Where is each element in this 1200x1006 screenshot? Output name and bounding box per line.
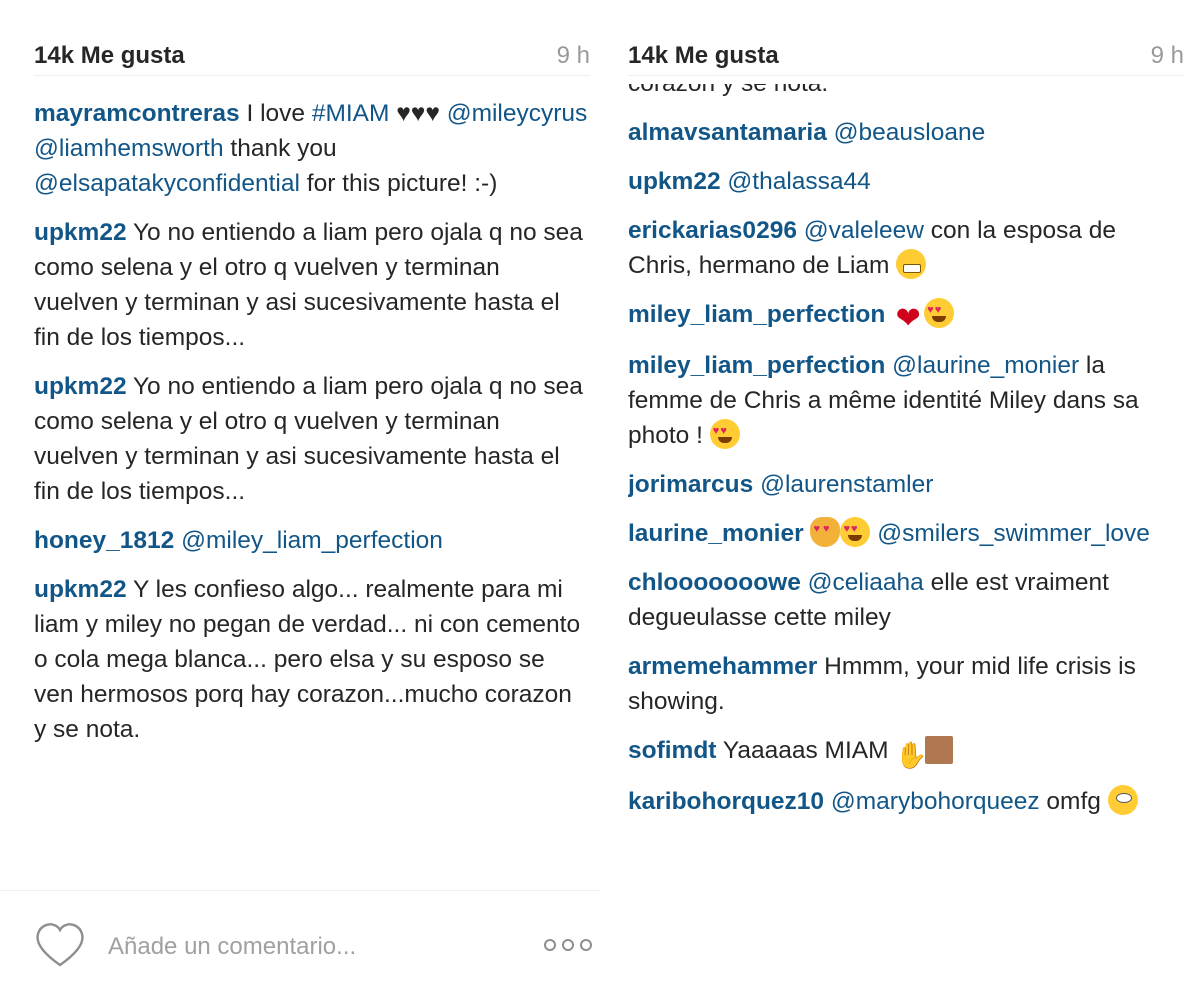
red-heart-emoji-icon: ❤ [895,302,921,335]
comment-list: corazon y se nota. almavsantamaria @beaus… [628,84,1184,870]
add-comment-input[interactable] [108,929,528,965]
comment-item: erickarias0296 @valeleew con la esposa d… [628,213,1184,283]
comment-text: ♥♥♥ [389,100,447,127]
left-comments-panel: 14k Me gusta 9 h mayramcontreras I love … [34,0,594,1006]
heart-eyes-emoji-icon [840,514,871,547]
mention-link[interactable]: @marybohorqueez [831,788,1040,815]
comment-username[interactable]: upkm22 [34,219,127,246]
likes-count[interactable]: 14k Me gusta [34,42,185,70]
comment-list: mayramcontreras I love #MIAM ♥♥♥ @mileyc… [34,96,590,882]
comment-text [801,569,808,596]
heart-eyes-emoji-icon [924,295,955,328]
comment-text [797,217,804,244]
comment-item: almavsantamaria @beausloane [628,115,1184,150]
comment-item: miley_liam_perfection @laurine_monier la… [628,348,1184,453]
likes-count[interactable]: 14k Me gusta [628,42,779,70]
more-options-icon[interactable] [542,935,594,955]
comment-username[interactable]: miley_liam_perfection [628,352,885,379]
cat-emoji-icon [810,514,841,547]
worried-emoji-icon [1107,785,1138,815]
comment-username[interactable]: upkm22 [628,168,721,195]
comment-continuation: corazon y se nota. [628,84,1184,101]
comment-username[interactable]: erickarias0296 [628,217,797,244]
mention-link[interactable]: @thalassa44 [727,168,870,195]
mention-link[interactable]: @liamhemsworth [34,135,224,162]
comment-text [827,119,834,146]
comment-username[interactable]: mayramcontreras [34,100,240,127]
comment-text [824,788,831,815]
comment-username[interactable]: karibohorquez10 [628,788,824,815]
comment-item: upkm22 Yo no entiendo a liam pero ojala … [34,215,590,355]
comment-text: Yaaaaas MIAM [716,737,896,764]
post-time[interactable]: 9 h [557,42,590,70]
comment-username[interactable]: miley_liam_perfection [628,301,885,328]
comment-username[interactable]: upkm22 [34,576,127,603]
mention-link[interactable]: @smilers_swimmer_love [877,520,1150,547]
comment-item: honey_1812 @miley_liam_perfection [34,523,590,558]
comment-item: armemehammer Hmmm, your mid life crisis … [628,649,1184,719]
comment-item: upkm22 Yo no entiendo a liam pero ojala … [34,369,590,509]
mention-link[interactable]: @laurenstamler [760,471,933,498]
hashtag-link[interactable]: #MIAM [312,100,390,127]
comment-username[interactable]: sofimdt [628,737,716,764]
mention-link[interactable]: @miley_liam_perfection [181,527,443,554]
comment-item: karibohorquez10 @marybohorqueez omfg [628,784,1184,819]
right-comments-panel: 14k Me gusta 9 h corazon y se nota. almav… [628,0,1188,1006]
comment-item: chlooooooowe @celiaaha elle est vraiment… [628,565,1184,635]
mention-link[interactable]: @valeleew [804,217,924,244]
comment-text: for this picture! :-) [299,170,498,197]
comment-item: mayramcontreras I love #MIAM ♥♥♥ @mileyc… [34,96,590,201]
mention-link[interactable]: @beausloane [834,119,986,146]
comment-text: I love [239,100,312,127]
comment-text: thank you [223,135,337,162]
hands-emoji-icon: ✋ [895,740,928,770]
comment-text [885,301,892,328]
comment-item: sofimdt Yaaaaas MIAM ✋ [628,733,1184,770]
likes-header: 14k Me gusta 9 h [34,40,590,76]
comment-item: laurine_monier @smilers_swimmer_love [628,514,1184,551]
likes-header: 14k Me gusta 9 h [628,40,1184,76]
grin-emoji-icon [896,249,927,279]
mention-link[interactable]: @elsapatakyconfidential [34,170,300,197]
comment-item: upkm22 Y les confieso algo... realmente … [34,572,590,747]
comment-username[interactable]: almavsantamaria [628,119,827,146]
comment-username[interactable]: jorimarcus [628,471,753,498]
skin-emoji-icon [925,736,954,764]
comment-item: miley_liam_perfection ❤ [628,295,1184,335]
post-time[interactable]: 9 h [1151,42,1184,70]
comment-username[interactable]: honey_1812 [34,527,174,554]
mention-link[interactable]: @mileycyrus [447,100,588,127]
comment-composer [0,890,600,1006]
comment-item: jorimarcus @laurenstamler [628,467,1184,502]
heart-outline-icon[interactable] [34,921,86,969]
comment-text [804,520,811,547]
mention-link[interactable]: @laurine_monier [892,352,1079,379]
comment-item: upkm22 @thalassa44 [628,164,1184,199]
heart-eyes-emoji-icon [709,416,740,449]
comment-text: omfg [1039,788,1108,815]
comment-username[interactable]: laurine_monier [628,520,804,547]
comment-username[interactable]: upkm22 [34,373,127,400]
mention-link[interactable]: @celiaaha [808,569,924,596]
comment-username[interactable]: chlooooooowe [628,569,801,596]
comment-username[interactable]: armemehammer [628,653,817,680]
